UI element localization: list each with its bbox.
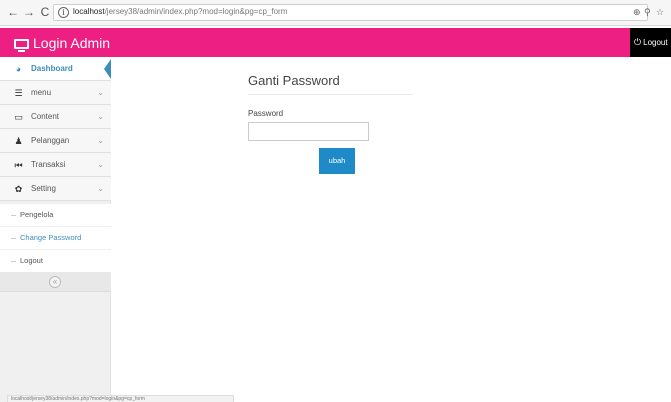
back-icon[interactable]: ←: [6, 5, 20, 19]
dashboard-icon: ◕: [15, 64, 22, 74]
sidebar-item-label: Transaksi: [31, 160, 66, 169]
step-backward-icon: ⏮: [14, 160, 23, 170]
submenu-item-label: Logout: [20, 256, 43, 265]
status-bar: localhost/jersey38/admin/index.php?mod=l…: [7, 395, 234, 402]
pin-icon[interactable]: ⚲: [644, 7, 651, 18]
sidebar-item-dashboard[interactable]: ◕ Dashboard: [0, 57, 111, 81]
submenu-item-change-password[interactable]: Change Password: [0, 227, 111, 249]
power-icon: ⏻: [634, 37, 642, 47]
sidebar-item-setting[interactable]: ✿ Setting ⌄: [0, 177, 111, 201]
tree-connector: [11, 261, 16, 262]
chevron-down-icon: ⌄: [97, 184, 104, 193]
info-icon[interactable]: i: [58, 7, 69, 18]
sidebar-item-content[interactable]: ▭ Content ⌄: [0, 105, 111, 129]
page-title: Ganti Password: [248, 73, 340, 88]
url-host: localhost: [73, 7, 105, 16]
brand-title: Login Admin: [33, 35, 111, 51]
password-label: Password: [248, 109, 284, 118]
zoom-icon[interactable]: ⊕: [633, 7, 641, 18]
star-icon[interactable]: ☆: [656, 7, 664, 18]
brand[interactable]: Login Admin: [14, 33, 110, 53]
list-icon: ☰: [14, 88, 23, 98]
collapse-sidebar-icon[interactable]: «: [49, 276, 61, 288]
chevron-down-icon: ⌄: [97, 112, 104, 121]
title-divider: [248, 94, 413, 95]
sidebar-item-pelanggan[interactable]: ♟ Pelanggan ⌄: [0, 129, 111, 153]
monitor-icon: [14, 39, 29, 52]
logout-label: Logout: [643, 38, 668, 47]
sidebar: ◕ Dashboard ☰ menu ⌄ ▭ Content ⌄ ♟ Pelan…: [0, 57, 111, 402]
sidebar-item-transaksi[interactable]: ⏮ Transaksi ⌄: [0, 153, 111, 177]
tree-connector: [11, 215, 16, 216]
submenu-item-logout[interactable]: Logout: [0, 250, 111, 272]
desktop-icon: ▭: [14, 112, 23, 122]
sidebar-item-label: Dashboard: [31, 64, 73, 73]
active-indicator: [104, 59, 111, 79]
password-field[interactable]: [248, 122, 369, 141]
app-header: Login Admin ⏻ Logout: [0, 28, 671, 57]
sidebar-item-menu[interactable]: ☰ menu ⌄: [0, 81, 111, 105]
sidebar-item-label: Setting: [31, 184, 56, 193]
reload-icon[interactable]: C: [38, 5, 52, 19]
chevron-down-icon: ⌄: [97, 136, 104, 145]
user-icon: ♟: [14, 136, 23, 146]
forward-icon[interactable]: →: [22, 5, 36, 19]
sidebar-item-label: menu: [31, 88, 52, 97]
url-text[interactable]: localhost/jersey38/admin/index.php?mod=l…: [73, 7, 287, 16]
chevron-down-icon: ⌄: [97, 160, 104, 169]
sidebar-item-label: Pelanggan: [31, 136, 70, 145]
gear-icon: ✿: [14, 184, 23, 194]
address-bar[interactable]: i localhost/jersey38/admin/index.php?mod…: [53, 4, 648, 21]
url-path: /jersey38/admin/index.php?mod=login&pg=c…: [104, 7, 288, 16]
submenu-item-pengelola[interactable]: Pengelola: [0, 204, 111, 226]
browser-toolbar: ← → C i localhost/jersey38/admin/index.p…: [0, 0, 671, 26]
submenu-item-label: Change Password: [20, 233, 82, 242]
logout-button[interactable]: ⏻ Logout: [630, 28, 671, 57]
sidebar-collapse-row: «: [0, 272, 111, 292]
submenu-item-label: Pengelola: [20, 210, 54, 219]
chevron-down-icon: ⌄: [97, 88, 104, 97]
ubah-button[interactable]: ubah: [319, 148, 355, 174]
tree-connector: [11, 238, 16, 239]
sidebar-item-label: Content: [31, 112, 60, 121]
